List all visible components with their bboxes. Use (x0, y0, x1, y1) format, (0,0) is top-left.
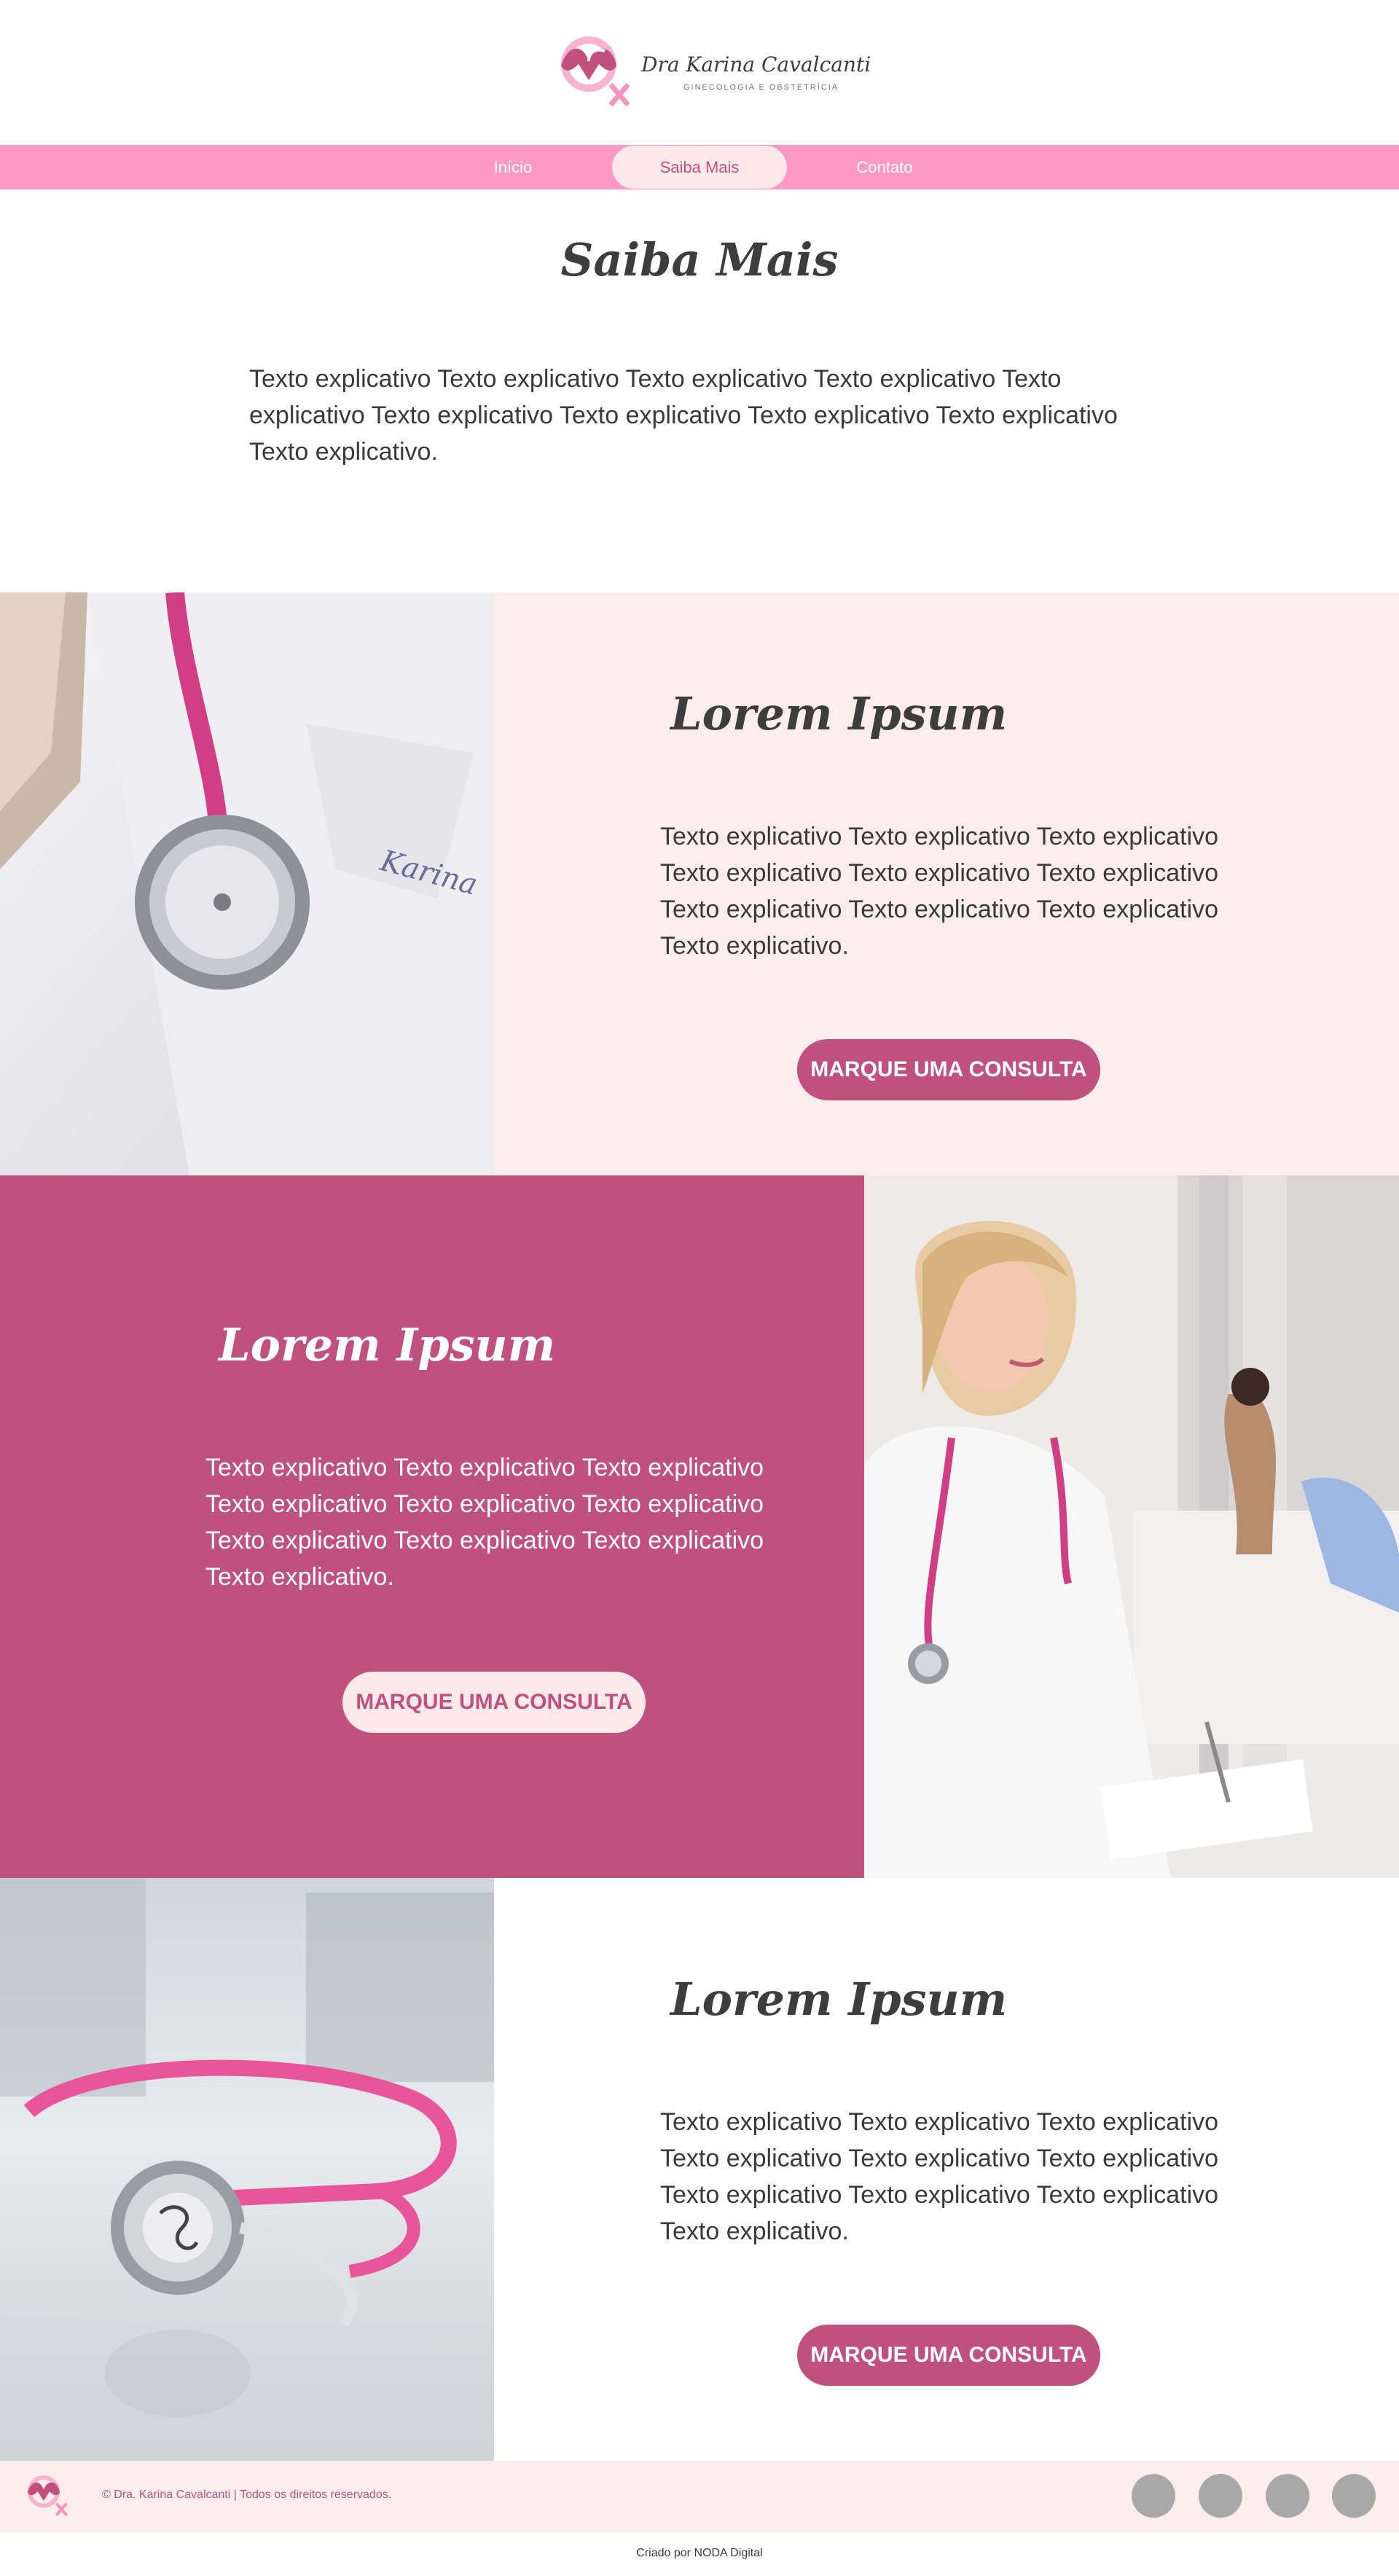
page-title: Saiba Mais (560, 233, 839, 286)
site-logo[interactable]: Dra Karina Cavalcanti GINECOLOGIA E OBST… (546, 29, 871, 117)
footer-credit[interactable]: Criado por NODA Digital (0, 2547, 1399, 2560)
doctor-writing-photo (864, 1175, 1399, 1878)
social-icon[interactable] (1266, 2474, 1309, 2518)
logo-subtitle: GINECOLOGIA E OBSTETRÍCIA (683, 83, 839, 92)
social-icon[interactable] (1132, 2474, 1175, 2518)
section-1-cta-button[interactable]: MARQUE UMA CONSULTA (797, 1039, 1100, 1100)
section-2-text: Texto explicativo Texto explicativo Text… (205, 1454, 764, 1591)
site-footer: © Dra. Karina Cavalcanti | Todos os dire… (0, 2461, 1399, 2532)
logo-mark-icon (561, 36, 630, 107)
section-1: Karina Lorem Ipsum Texto explicativo Tex… (0, 592, 1399, 1175)
section-1-text: Texto explicativo Texto explicativo Text… (660, 823, 1219, 960)
stethoscope-coat-photo: Karina (0, 592, 494, 1175)
nav-item-contato[interactable]: Contato (812, 145, 957, 189)
section-3-text: Texto explicativo Texto explicativo Text… (660, 2108, 1219, 2245)
footer-logo-icon[interactable] (16, 2471, 77, 2522)
section-3-title: Lorem Ipsum (670, 1973, 1008, 2026)
main-nav: Início Saiba Mais Contato (0, 145, 1399, 189)
section-2: Lorem Ipsum Texto explicativo Texto expl… (0, 1175, 1399, 1878)
social-icon[interactable] (1199, 2474, 1242, 2518)
stethoscope-table-photo (0, 1878, 494, 2461)
section-3: Lorem Ipsum Texto explicativo Texto expl… (0, 1878, 1399, 2461)
logo-name: Dra Karina Cavalcanti (641, 52, 871, 77)
nav-item-inicio[interactable]: Início (440, 145, 586, 189)
section-3-cta-button[interactable]: MARQUE UMA CONSULTA (797, 2325, 1100, 2386)
nav-item-saiba-mais[interactable]: Saiba Mais (612, 146, 787, 189)
section-2-title: Lorem Ipsum (219, 1318, 556, 1371)
intro-text: Texto explicativo Texto explicativo Text… (249, 365, 1118, 466)
social-icon[interactable] (1332, 2474, 1376, 2518)
section-1-title: Lorem Ipsum (670, 687, 1008, 740)
site-header: Dra Karina Cavalcanti GINECOLOGIA E OBST… (0, 0, 1399, 145)
section-2-cta-button[interactable]: MARQUE UMA CONSULTA (342, 1672, 646, 1733)
footer-copyright: © Dra. Karina Cavalcanti | Todos os dire… (102, 2489, 392, 2501)
